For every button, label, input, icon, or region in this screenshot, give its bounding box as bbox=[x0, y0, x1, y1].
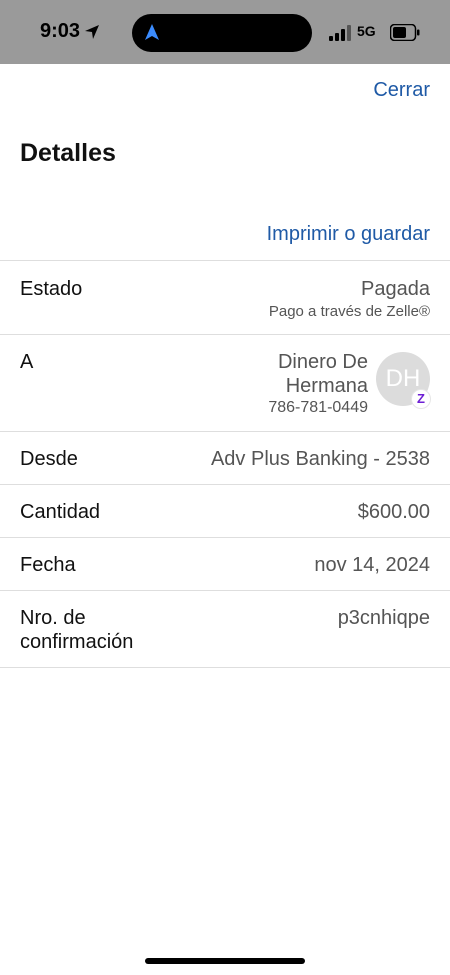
zelle-badge-icon: Z bbox=[411, 389, 431, 409]
detail-row-fecha: Fecha nov 14, 2024 bbox=[0, 537, 450, 590]
estado-label: Estado bbox=[20, 278, 83, 300]
detail-row-estado: Estado Pagada Pago a través de Zelle® bbox=[0, 260, 450, 334]
battery-icon bbox=[390, 24, 420, 41]
print-or-save-button[interactable]: Imprimir o guardar bbox=[267, 223, 430, 246]
network-type: 5G bbox=[357, 23, 376, 39]
estado-payment-method: Pago a través de Zelle® bbox=[268, 303, 430, 320]
detail-row-desde: Desde Adv Plus Banking - 2538 bbox=[0, 431, 450, 484]
desde-label: Desde bbox=[20, 448, 78, 470]
recipient-name-line2: Hermana bbox=[285, 375, 368, 397]
confirmacion-label-line2: confirmación bbox=[20, 631, 134, 653]
recipient-phone: 786-781-0449 bbox=[268, 399, 368, 416]
detail-row-confirmacion: Nro. de confirmación p3cnhiqpe bbox=[0, 590, 450, 667]
confirmacion-value: p3cnhiqpe bbox=[337, 607, 430, 629]
detail-row-cantidad: Cantidad $600.00 bbox=[0, 484, 450, 537]
cantidad-value: $600.00 bbox=[357, 501, 430, 523]
location-arrow-icon bbox=[85, 25, 99, 39]
home-indicator[interactable] bbox=[145, 958, 305, 964]
cantidad-label: Cantidad bbox=[20, 501, 101, 523]
navigation-icon bbox=[145, 24, 159, 40]
desde-value: Adv Plus Banking - 2538 bbox=[210, 448, 430, 470]
status-time: 9:03 bbox=[40, 20, 81, 42]
status-bar: 9:03 5G bbox=[0, 0, 450, 64]
estado-value: Pagada bbox=[361, 278, 430, 300]
close-button[interactable]: Cerrar bbox=[373, 79, 430, 102]
confirmacion-label-line1: Nro. de bbox=[20, 607, 86, 629]
fecha-label: Fecha bbox=[20, 554, 76, 576]
fecha-value: nov 14, 2024 bbox=[314, 554, 430, 576]
recipient-name-line1: Dinero De bbox=[277, 351, 368, 373]
recipient-label: A bbox=[20, 351, 34, 373]
signal-icon bbox=[329, 25, 351, 41]
list-bottom-divider bbox=[0, 667, 450, 668]
page-title: Detalles bbox=[20, 139, 116, 167]
